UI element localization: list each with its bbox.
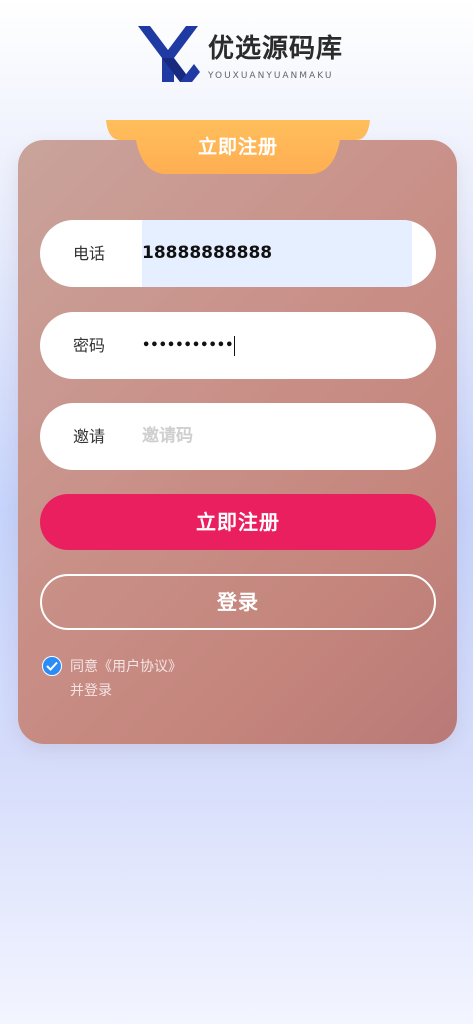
invite-label: 邀请 xyxy=(73,427,106,446)
tab-register[interactable]: 立即注册 xyxy=(106,120,370,174)
password-input[interactable]: ••••••••••• xyxy=(142,312,412,379)
agreement-text[interactable]: 同意《用户协议》 并登录 xyxy=(70,655,210,703)
phone-input[interactable]: 18888888888 xyxy=(142,220,412,287)
register-button[interactable]: 立即注册 xyxy=(40,494,436,550)
password-label: 密码 xyxy=(73,336,106,355)
password-field: 密码 ••••••••••• xyxy=(40,312,436,379)
agreement-line2: 并登录 xyxy=(70,683,112,699)
invite-field: 邀请 邀请码 xyxy=(40,403,436,470)
brand-name: 优选源码库 xyxy=(208,34,344,64)
phone-label: 电话 xyxy=(73,244,106,263)
logo-icon xyxy=(138,26,200,82)
invite-input[interactable]: 邀请码 xyxy=(142,403,412,470)
password-value: ••••••••••• xyxy=(142,338,234,353)
tab-title: 立即注册 xyxy=(197,136,278,158)
phone-field: 电话 18888888888 xyxy=(40,220,436,287)
login-button[interactable]: 登录 xyxy=(40,574,436,630)
agreement-checkbox[interactable] xyxy=(42,656,62,676)
brand-header: 优选源码库 YOUXUANYUANMAKU xyxy=(136,24,346,84)
check-icon xyxy=(46,661,58,671)
agreement-line1: 同意《用户协议》 xyxy=(70,659,182,675)
brand-subtitle: YOUXUANYUANMAKU xyxy=(208,71,334,81)
text-caret xyxy=(234,335,236,356)
